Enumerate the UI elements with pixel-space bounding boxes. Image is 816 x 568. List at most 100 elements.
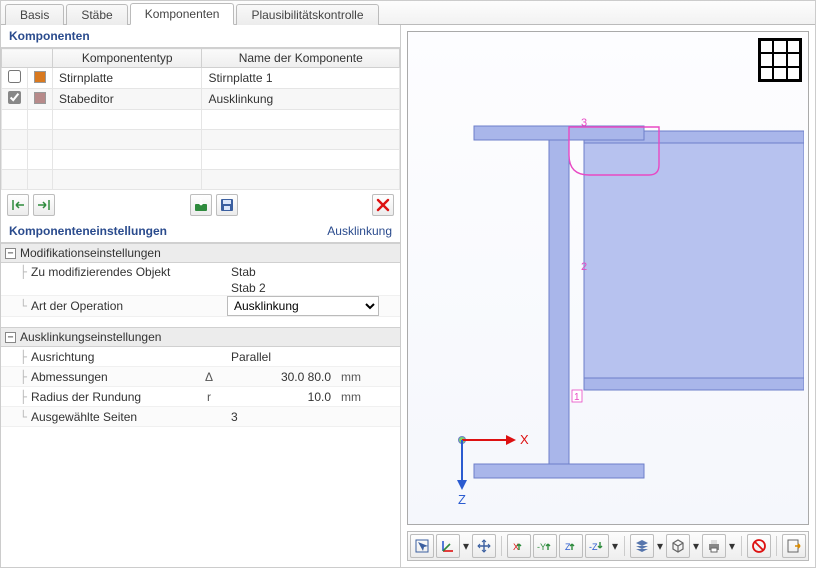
components-toolbar: [1, 190, 400, 220]
import-icon: [194, 198, 208, 212]
popout-icon: [786, 538, 802, 554]
row-value: 3: [227, 410, 379, 424]
section-modification[interactable]: − Modifikationseinstellungen: [1, 243, 400, 263]
dropdown-caret-icon[interactable]: ▾: [656, 539, 664, 553]
svg-text:Z: Z: [565, 542, 571, 552]
settings-context-text: Ausklinkung: [327, 224, 392, 238]
row-value: 10.0: [227, 390, 337, 404]
view-cube[interactable]: [758, 38, 802, 82]
collapse-toggle-icon[interactable]: −: [5, 248, 16, 259]
view-reset-button[interactable]: [472, 534, 496, 558]
section-label: Ausklinkungseinstellungen: [20, 330, 161, 344]
row-symbol: Δ: [191, 370, 227, 384]
view-z-button[interactable]: Z: [559, 534, 583, 558]
table-row[interactable]: [2, 170, 400, 190]
table-row[interactable]: [2, 150, 400, 170]
cancel-view-button[interactable]: [747, 534, 771, 558]
row-operation-type[interactable]: └ Art der Operation Ausklinkung: [1, 296, 400, 317]
settings-panel-title: Komponenteneinstellungen Ausklinkung: [1, 220, 400, 243]
view-toolbar: ▾ X -Y Z -Z ▾: [407, 531, 809, 561]
table-row[interactable]: Stabeditor Ausklinkung: [2, 89, 400, 110]
axis-gizmo-icon: X Z: [448, 426, 548, 506]
save-button[interactable]: [216, 194, 238, 216]
popout-button[interactable]: [782, 534, 806, 558]
tree-branch-icon: ├: [1, 370, 31, 384]
row-target-object[interactable]: ├ Zu modifizierendes Objekt Stab Stab 2: [1, 263, 400, 296]
row-type: Stabeditor: [53, 89, 202, 110]
delete-button[interactable]: [372, 194, 394, 216]
row-label: Zu modifizierendes Objekt: [31, 263, 191, 281]
row-unit: mm: [337, 370, 379, 384]
svg-text:-Y: -Y: [537, 542, 546, 552]
move-left-button[interactable]: [7, 194, 29, 216]
svg-text:X: X: [513, 542, 519, 552]
callout-label-2: 2: [581, 261, 587, 273]
section-label: Modifikationseinstellungen: [20, 246, 161, 260]
row-radius[interactable]: ├ Radius der Rundung r 10.0 mm: [1, 387, 400, 407]
import-button[interactable]: [190, 194, 212, 216]
printer-icon: [706, 538, 722, 554]
table-row[interactable]: Stirnplatte Stirnplatte 1: [2, 68, 400, 89]
top-tabs: Basis Stäbe Komponenten Plausibilitätsko…: [1, 1, 815, 25]
view-neg-y-button[interactable]: -Y: [533, 534, 557, 558]
row-checkbox[interactable]: [8, 70, 21, 83]
axes-toggle-button[interactable]: [436, 534, 460, 558]
row-value: Stab: [227, 265, 337, 279]
operation-select[interactable]: Ausklinkung: [227, 296, 379, 316]
dropdown-caret-icon[interactable]: ▾: [611, 539, 619, 553]
col-select: [2, 49, 53, 68]
svg-text:X: X: [520, 432, 529, 447]
table-row[interactable]: [2, 130, 400, 150]
row-label: Ausgewählte Seiten: [31, 408, 191, 426]
section-ausklinkung[interactable]: − Ausklinkungseinstellungen: [1, 327, 400, 347]
move-right-button[interactable]: [33, 194, 55, 216]
tree-branch-icon: ├: [1, 390, 31, 404]
tab-komponenten[interactable]: Komponenten: [130, 3, 235, 25]
callout-label-3: 3: [581, 117, 587, 129]
shading-button[interactable]: [630, 534, 654, 558]
tab-plausibilitaet[interactable]: Plausibilitätskontrolle: [236, 4, 378, 25]
floppy-disk-icon: [220, 198, 234, 212]
row-label: Ausrichtung: [31, 348, 191, 366]
axes-icon: [440, 538, 456, 554]
dropdown-caret-icon[interactable]: ▾: [728, 539, 736, 553]
row-selected-sides[interactable]: └ Ausgewählte Seiten 3: [1, 407, 400, 427]
view-x-icon: X: [510, 538, 528, 554]
view-neg-y-icon: -Y: [536, 538, 554, 554]
row-type: Stirnplatte: [53, 68, 202, 89]
view-neg-z-icon: -Z: [588, 538, 606, 554]
collapse-toggle-icon[interactable]: −: [5, 332, 16, 343]
settings-title-text: Komponenteneinstellungen: [9, 224, 167, 238]
row-checkbox[interactable]: [8, 91, 21, 104]
color-swatch: [34, 92, 46, 104]
view-x-button[interactable]: X: [507, 534, 531, 558]
view-neg-z-button[interactable]: -Z: [585, 534, 609, 558]
color-swatch: [34, 71, 46, 83]
row-name: Stirnplatte 1: [202, 68, 400, 89]
arrow-left-to-bar-icon: [11, 199, 25, 211]
dropdown-caret-icon[interactable]: ▾: [692, 539, 700, 553]
arrow-right-to-bar-icon: [37, 199, 51, 211]
3d-viewport[interactable]: 3 2 1 X Z: [407, 31, 809, 525]
svg-text:Z: Z: [458, 492, 466, 506]
row-label: Art der Operation: [31, 297, 191, 315]
delete-x-icon: [376, 198, 390, 212]
row-dimensions[interactable]: ├ Abmessungen Δ 30.0 80.0 mm: [1, 367, 400, 387]
tab-staebe[interactable]: Stäbe: [66, 4, 127, 25]
cancel-alpha-icon: [751, 538, 767, 554]
print-button[interactable]: [702, 534, 726, 558]
col-componentname: Name der Komponente: [202, 49, 400, 68]
layers-icon: [634, 538, 650, 554]
dropdown-caret-icon[interactable]: ▾: [462, 539, 470, 553]
row-label: Abmessungen: [31, 368, 191, 386]
row-value: Parallel: [227, 350, 379, 364]
row-unit: mm: [337, 390, 379, 404]
row-value: 30.0 80.0: [227, 370, 337, 384]
table-row[interactable]: [2, 110, 400, 130]
row-orientation[interactable]: ├ Ausrichtung Parallel: [1, 347, 400, 367]
display-mode-button[interactable]: [666, 534, 690, 558]
tab-basis[interactable]: Basis: [5, 4, 64, 25]
row-value-2: Stab 2: [227, 281, 379, 295]
settings-treegrid: − Modifikationseinstellungen ├ Zu modifi…: [1, 243, 400, 427]
select-mode-button[interactable]: [410, 534, 434, 558]
